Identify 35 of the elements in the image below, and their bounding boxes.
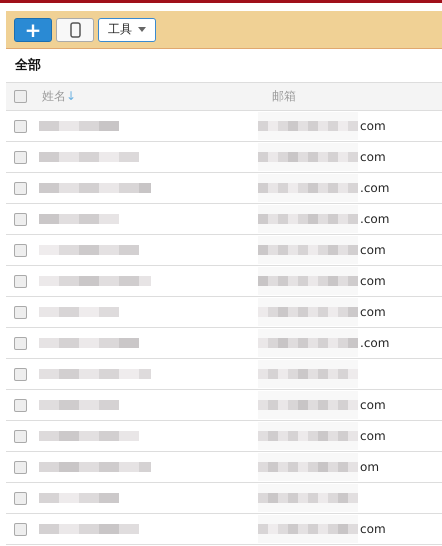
column-header[interactable]: 姓名↓ — [42, 88, 272, 105]
row-checkbox[interactable] — [14, 522, 27, 536]
email-suffix: .com — [360, 212, 390, 226]
email-suffix: com — [360, 274, 386, 288]
add-button[interactable]: + — [14, 18, 52, 42]
column-header[interactable]: 邮箱 — [272, 88, 296, 105]
row-checkbox[interactable] — [14, 306, 27, 318]
row-checkbox[interactable] — [14, 336, 27, 350]
row-checkbox[interactable] — [14, 244, 27, 256]
email-suffix: com — [360, 398, 386, 412]
email-suffix: com — [360, 522, 386, 536]
email-suffix: .com — [360, 181, 390, 195]
select-all-checkbox[interactable] — [14, 90, 27, 103]
email-suffix: com — [360, 150, 386, 164]
row-checkbox[interactable] — [14, 398, 27, 412]
row-checkbox[interactable] — [14, 150, 27, 164]
email-suffix: com — [360, 305, 386, 319]
row-checkbox[interactable] — [14, 430, 27, 442]
row-checkbox[interactable] — [14, 460, 27, 474]
row-checkbox[interactable] — [14, 274, 27, 288]
email-suffix: com — [360, 119, 386, 133]
phone-icon — [70, 22, 80, 38]
mobile-button[interactable] — [56, 18, 94, 42]
email-suffix: .com — [360, 336, 390, 350]
email-suffix: com — [360, 429, 386, 443]
row-checkbox[interactable] — [14, 120, 27, 132]
caret-icon — [138, 27, 146, 32]
section-title: 全部 — [15, 56, 42, 75]
tools-menu-button[interactable]: 工具 — [98, 18, 156, 42]
email-suffix: om — [360, 460, 380, 474]
row-checkbox[interactable] — [14, 182, 27, 194]
row-checkbox[interactable] — [14, 492, 27, 504]
row-checkbox[interactable] — [14, 212, 27, 226]
email-suffix: com — [360, 243, 386, 257]
row-checkbox[interactable] — [14, 368, 27, 380]
